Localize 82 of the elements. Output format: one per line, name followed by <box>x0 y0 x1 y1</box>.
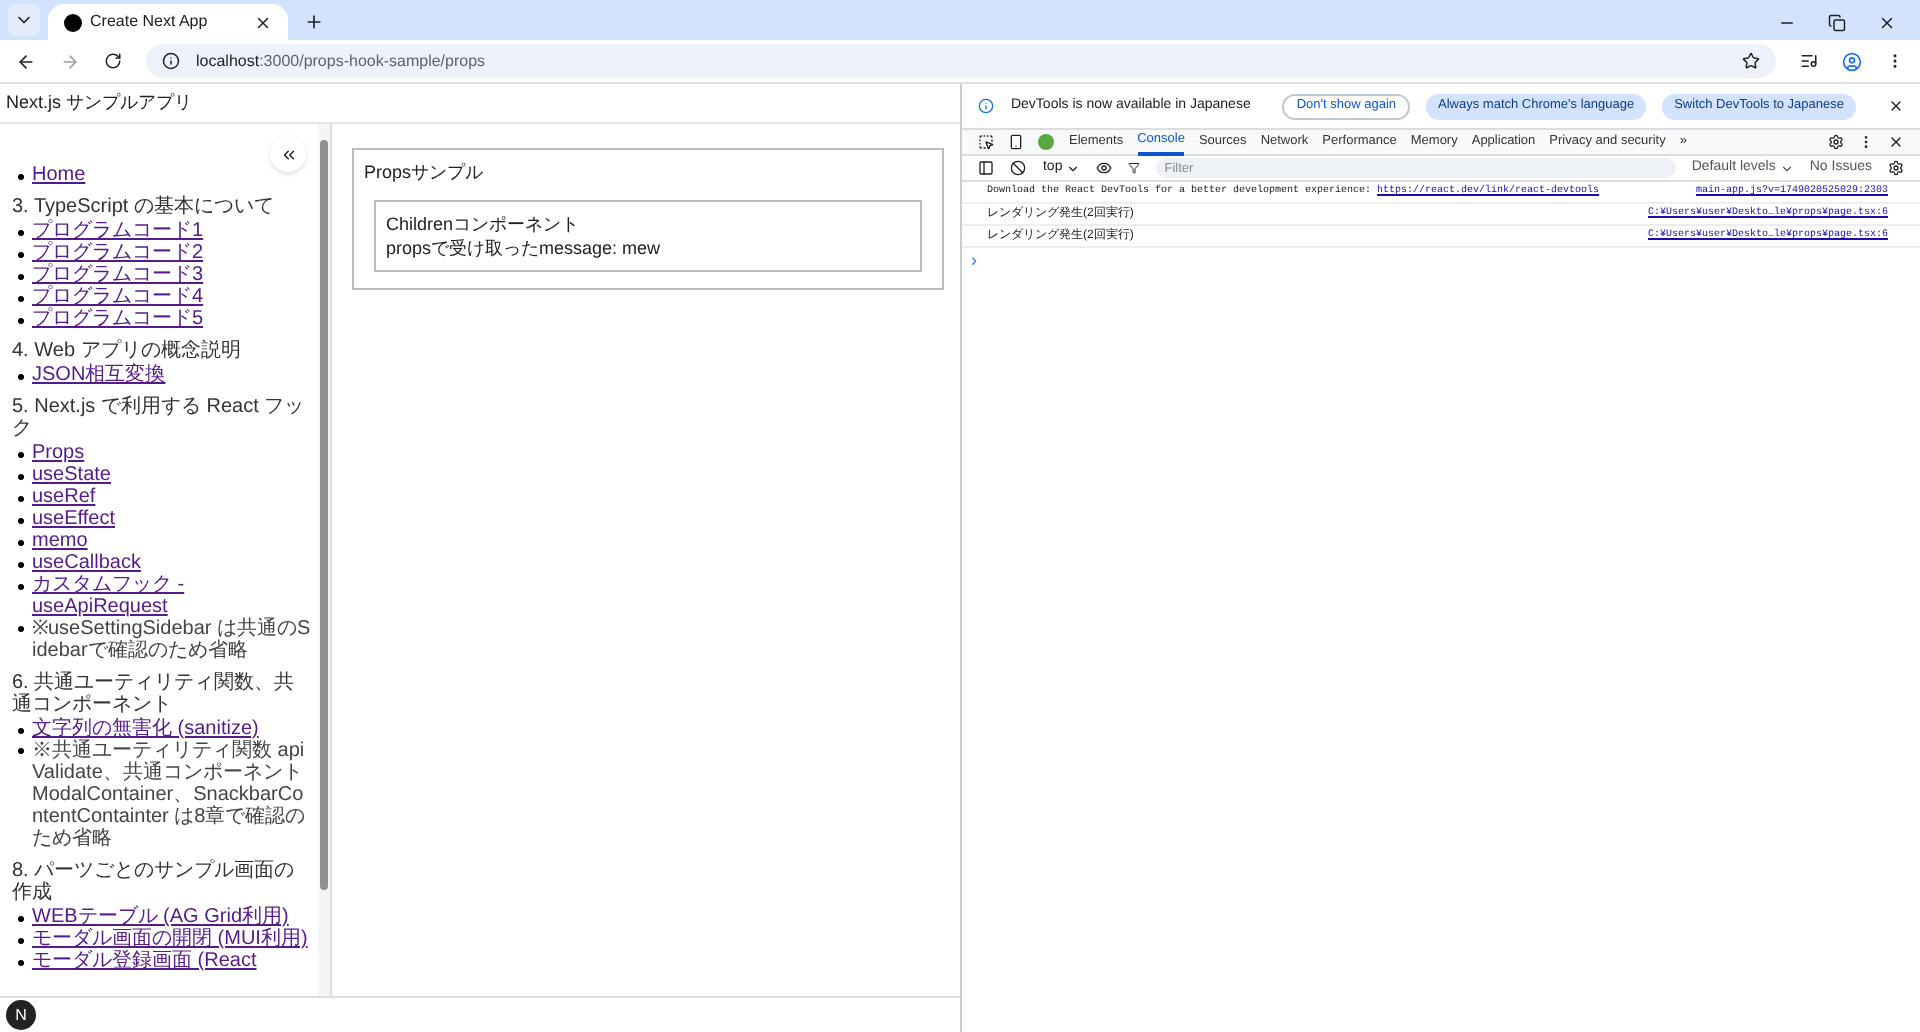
child-text: Childrenコンポーネント <box>386 211 582 235</box>
close-icon[interactable] <box>1888 98 1904 114</box>
sidebar-link[interactable]: プログラムコード1 <box>32 220 204 242</box>
sidebar-link[interactable]: モーダル登録画面 (React <box>32 950 257 972</box>
collapse-sidebar-button[interactable] <box>270 136 306 172</box>
device-icon[interactable] <box>1008 134 1025 150</box>
note-text: ※useSettingSidebar は共通のSidebarで確認のため省略 <box>32 618 313 662</box>
bullet-icon <box>18 562 24 568</box>
sidebar-link[interactable]: プログラムコード4 <box>32 286 204 308</box>
bullet-icon <box>18 452 24 458</box>
sidebar-link[interactable]: useEffect <box>32 508 116 530</box>
bullet-icon <box>18 748 24 754</box>
caret-icon <box>1066 161 1081 175</box>
clear-icon[interactable] <box>1010 160 1027 176</box>
url-text: localhost:3000/props-hook-sample/props <box>196 49 488 73</box>
app-logo-icon <box>64 13 82 31</box>
address-bar[interactable]: localhost:3000/props-hook-sample/props <box>146 44 1776 78</box>
extension-icon[interactable] <box>1038 134 1055 150</box>
sidebar-toggle-icon[interactable] <box>978 160 995 176</box>
console-prompt[interactable]: › <box>962 248 1920 275</box>
site-info-icon[interactable] <box>162 52 180 70</box>
bullet-icon <box>18 296 24 302</box>
section-heading: 4. Web アプリの概念説明 <box>12 340 243 362</box>
close-icon[interactable] <box>1888 134 1904 150</box>
sidebar-link[interactable]: JSON相互変換 <box>32 364 166 386</box>
nextjs-badge[interactable]: N <box>6 1000 36 1030</box>
profile-icon[interactable] <box>1842 51 1862 71</box>
info-icon <box>978 98 995 114</box>
inspect-icon[interactable] <box>978 134 995 150</box>
sidebar-link[interactable]: プログラムコード3 <box>32 264 204 286</box>
bullet-icon <box>18 540 24 546</box>
sidebar-link[interactable]: useRef <box>32 486 96 508</box>
restore-icon[interactable] <box>1828 14 1846 32</box>
bullet-icon <box>18 496 24 502</box>
eye-icon[interactable] <box>1096 160 1113 176</box>
sidebar-link[interactable]: useCallback <box>32 552 141 574</box>
card-title: Propsサンプル <box>364 160 486 186</box>
filter-icon <box>1128 162 1141 174</box>
bullet-icon <box>18 174 24 180</box>
new-tab-icon[interactable] <box>304 12 324 32</box>
tab-list-button[interactable] <box>8 4 40 36</box>
sidebar-link[interactable]: Props <box>32 442 85 464</box>
bullet-icon <box>18 474 24 480</box>
bullet-icon <box>18 916 24 922</box>
note-text: ※共通ユーティリティ関数 apiValidate、共通コンポーネント ModalContainer、SnackbarContentContainter は8章で確認のため省略 <box>32 740 308 850</box>
section-heading: 8. パーツごとのサンプル画面の作成 <box>12 860 297 904</box>
back-icon[interactable] <box>16 51 36 71</box>
bullet-icon <box>18 374 24 380</box>
double-chevron-left-icon <box>279 145 297 163</box>
close-icon[interactable] <box>254 13 272 31</box>
sidebar-link[interactable]: useState <box>32 464 111 486</box>
section-heading: 5. Next.js で利用する React フック <box>12 396 307 440</box>
browser-tab[interactable]: Create Next App <box>48 4 288 40</box>
caret-icon <box>1779 161 1794 175</box>
section-heading: 6. 共通ユーティリティ関数、共通コンポーネント <box>12 672 297 716</box>
sidebar-link[interactable]: カスタムフック - useApiRequest <box>32 574 314 618</box>
forward-icon[interactable] <box>60 51 80 71</box>
sidebar-link[interactable]: 文字列の無害化 (sanitize) <box>32 718 259 740</box>
bullet-icon <box>18 252 24 258</box>
bullet-icon <box>18 274 24 280</box>
bullet-icon <box>18 230 24 236</box>
section-heading: 3. TypeScript の基本について <box>12 196 276 218</box>
media-icon[interactable] <box>1800 52 1818 70</box>
sidebar-link[interactable]: プログラムコード2 <box>32 242 204 264</box>
sidebar-link[interactable]: モーダル画面の開閉 (MUI利用) <box>32 928 308 950</box>
bullet-icon <box>18 938 24 944</box>
bullet-icon <box>18 960 24 966</box>
child-text: propsで受け取ったmessage: mew <box>386 235 663 259</box>
settings-icon[interactable] <box>1828 134 1844 150</box>
sidebar-link[interactable]: WEBテーブル (AG Grid利用) <box>32 906 289 928</box>
bullet-icon <box>18 318 24 324</box>
sidebar-link[interactable]: memo <box>32 530 88 552</box>
sidebar-link[interactable]: Home <box>32 164 86 186</box>
bullet-icon <box>18 518 24 524</box>
bullet-icon <box>18 626 24 632</box>
sidebar-link[interactable]: プログラムコード5 <box>32 308 204 330</box>
bullet-icon <box>18 728 24 734</box>
reload-icon[interactable] <box>104 52 122 70</box>
bullet-icon <box>18 584 24 590</box>
close-icon[interactable] <box>1878 14 1896 32</box>
bookmark-icon[interactable] <box>1742 52 1760 70</box>
settings-icon[interactable] <box>1888 160 1904 176</box>
